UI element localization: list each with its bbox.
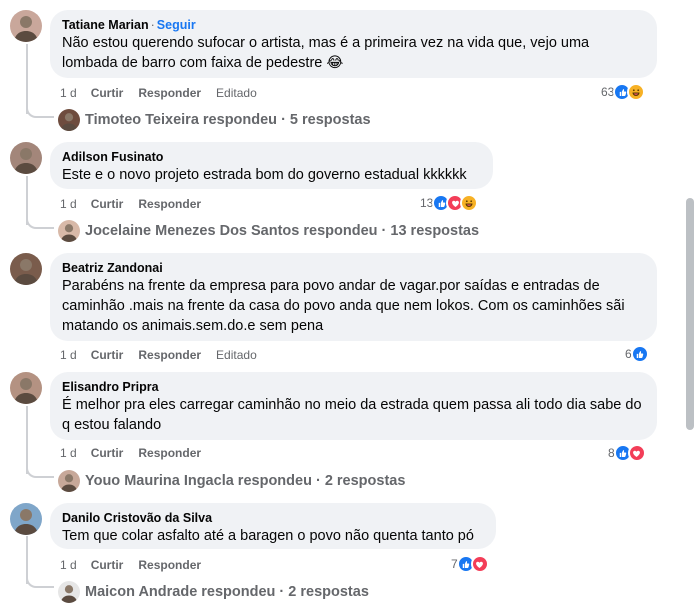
scrollbar[interactable] xyxy=(686,198,694,430)
like-button[interactable]: Curtir xyxy=(91,347,124,363)
reaction-summary[interactable]: 6 xyxy=(625,345,649,363)
replies-summary: Timoteo Teixeira respondeu · 5 respostas xyxy=(85,112,371,128)
love-reaction-icon xyxy=(627,444,646,462)
comment-time[interactable]: 1 d xyxy=(60,445,77,461)
thread-curve xyxy=(26,466,54,478)
reaction-summary[interactable]: 63 xyxy=(601,83,646,101)
thread-curve xyxy=(26,217,54,229)
comment-actions: 1 d Curtir Responder Editado xyxy=(60,347,272,363)
avatar[interactable] xyxy=(10,10,42,42)
view-replies[interactable]: Jocelaine Menezes Dos Santos respondeu ·… xyxy=(58,220,479,242)
reply-avatar xyxy=(58,220,80,242)
comment-text: Tem que colar asfalto até a baragen o po… xyxy=(62,528,474,544)
avatar[interactable] xyxy=(10,503,42,535)
replies-summary: Jocelaine Menezes Dos Santos respondeu ·… xyxy=(85,223,480,239)
comment-time[interactable]: 1 d xyxy=(60,85,77,101)
reply-button[interactable]: Responder xyxy=(138,347,201,363)
view-replies[interactable]: Timoteo Teixeira respondeu · 5 respostas xyxy=(58,109,371,131)
thread-line xyxy=(26,44,28,114)
avatar[interactable] xyxy=(10,142,42,174)
comment-text: Este e o novo projeto estrada bom do gov… xyxy=(62,167,467,183)
thread-curve xyxy=(26,576,54,588)
like-button[interactable]: Curtir xyxy=(91,85,124,101)
edited-label: Editado xyxy=(216,86,257,100)
comment-actions: 1 d Curtir Responder xyxy=(60,557,216,573)
comment-text: Não estou querendo sufocar o artista, ma… xyxy=(62,35,590,71)
comment-author[interactable]: Tatiane Marian · Seguir xyxy=(62,17,645,33)
comment-bubble: Beatriz Zandonai Parabéns na frente da e… xyxy=(50,253,657,341)
replies-summary: Maicon Andrade respondeu · 2 respostas xyxy=(85,584,369,600)
reply-avatar xyxy=(58,581,80,603)
comment-actions: 1 d Curtir Responder Editado xyxy=(60,85,272,101)
avatar[interactable] xyxy=(10,253,42,285)
thread-line xyxy=(26,406,28,474)
view-replies[interactable]: Maicon Andrade respondeu · 2 respostas xyxy=(58,581,369,603)
reaction-summary[interactable]: 7 xyxy=(451,555,489,573)
follow-button[interactable]: Seguir xyxy=(157,18,196,32)
reaction-count: 63 xyxy=(601,85,615,99)
comment-time[interactable]: 1 d xyxy=(60,347,77,363)
comment-text: Parabéns na frente da empresa para povo … xyxy=(62,278,625,334)
like-button[interactable]: Curtir xyxy=(91,445,124,461)
like-button[interactable]: Curtir xyxy=(91,557,124,573)
comment-bubble: Elisandro Pripra É melhor pra eles carre… xyxy=(50,372,657,440)
comment-actions: 1 d Curtir Responder xyxy=(60,196,216,212)
comment-bubble: Adilson Fusinato Este e o novo projeto e… xyxy=(50,142,493,189)
avatar[interactable] xyxy=(10,372,42,404)
comment-author[interactable]: Elisandro Pripra xyxy=(62,379,645,395)
reply-avatar xyxy=(58,109,80,131)
reply-avatar xyxy=(58,470,80,492)
comment-author[interactable]: Adilson Fusinato xyxy=(62,149,481,165)
reaction-summary[interactable]: 8 xyxy=(608,444,646,462)
edited-label: Editado xyxy=(216,348,257,362)
love-reaction-icon xyxy=(470,555,489,573)
reaction-count: 13 xyxy=(420,196,434,210)
comment-bubble: Tatiane Marian · Seguir Não estou querendo… xyxy=(50,10,657,78)
reply-button[interactable]: Responder xyxy=(138,196,201,212)
comment-author[interactable]: Danilo Cristovão da Silva xyxy=(62,510,484,526)
reply-button[interactable]: Responder xyxy=(138,85,201,101)
comment-actions: 1 d Curtir Responder xyxy=(60,445,216,461)
like-reaction-icon xyxy=(630,345,649,363)
thread-curve xyxy=(26,106,54,118)
comment-time[interactable]: 1 d xyxy=(60,196,77,212)
comment-time[interactable]: 1 d xyxy=(60,557,77,573)
comment-text: É melhor pra eles carregar caminhão no m… xyxy=(62,397,642,433)
comment-bubble: Danilo Cristovão da Silva Tem que colar … xyxy=(50,503,496,549)
view-replies[interactable]: Youo Maurina Ingacla respondeu · 2 respo… xyxy=(58,470,405,492)
haha-reaction-icon xyxy=(627,83,646,101)
reaction-summary[interactable]: 13 xyxy=(420,194,479,212)
like-button[interactable]: Curtir xyxy=(91,196,124,212)
haha-reaction-icon xyxy=(460,194,479,212)
reply-button[interactable]: Responder xyxy=(138,445,201,461)
comment-author[interactable]: Beatriz Zandonai xyxy=(62,260,645,276)
reply-button[interactable]: Responder xyxy=(138,557,201,573)
replies-summary: Youo Maurina Ingacla respondeu · 2 respo… xyxy=(85,473,406,489)
